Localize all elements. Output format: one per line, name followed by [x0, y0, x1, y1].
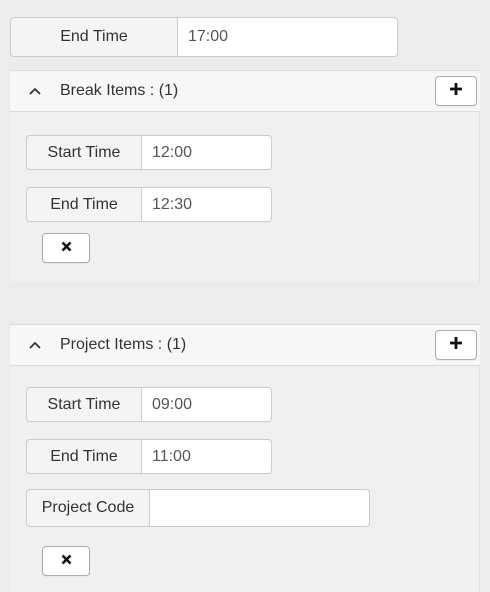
plus-icon — [449, 82, 463, 101]
project-start-time-input[interactable]: 09:00 — [142, 387, 272, 422]
project-end-time-label-text: End Time — [50, 447, 118, 465]
project-code-label: Project Code — [26, 489, 150, 527]
project-start-time-label-text: Start Time — [47, 395, 121, 413]
project-end-time-value: 11:00 — [152, 447, 191, 465]
times-icon — [61, 239, 72, 257]
remove-project-item-button[interactable] — [42, 546, 90, 576]
break-start-time-input[interactable]: 12:00 — [142, 135, 272, 170]
shift-end-time-value: 17:00 — [188, 28, 229, 45]
break-items-title: Break Items : (1) — [60, 82, 179, 99]
project-start-time-value: 09:00 — [152, 395, 193, 413]
break-start-time-label-text: Start Time — [47, 143, 121, 161]
plus-icon — [449, 336, 463, 355]
shift-row: End Time 17:00 — [0, 0, 465, 68]
project-end-time-input[interactable]: 11:00 — [142, 439, 272, 474]
chevron-up-icon[interactable] — [24, 83, 46, 99]
add-project-item-button[interactable] — [435, 330, 477, 360]
break-end-time-label: End Time — [26, 187, 142, 222]
break-end-time-input[interactable]: 12:30 — [142, 187, 272, 222]
times-icon — [61, 552, 72, 570]
project-items-title: Project Items : (1) — [60, 336, 187, 353]
break-items-body: Start Time 12:00 End Time 12:30 — [10, 112, 480, 282]
add-break-item-button[interactable] — [435, 76, 477, 106]
remove-break-item-button[interactable] — [42, 233, 90, 263]
project-end-time-label: End Time — [26, 439, 142, 474]
project-start-time-label: Start Time — [26, 387, 142, 422]
chevron-up-icon[interactable] — [24, 337, 46, 353]
project-items-body: Start Time 09:00 End Time 11:00 Project … — [10, 366, 480, 592]
shift-end-time-input[interactable]: 17:00 — [178, 17, 398, 57]
break-end-time-label-text: End Time — [50, 195, 118, 213]
shift-end-time-label-text: End Time — [60, 28, 128, 45]
break-start-time-value: 12:00 — [152, 143, 193, 161]
break-end-time-value: 12:30 — [152, 195, 193, 213]
shift-end-time-label: End Time — [10, 17, 178, 57]
project-code-label-text: Project Code — [41, 499, 135, 516]
project-code-input[interactable] — [150, 489, 370, 527]
project-items-header[interactable]: Project Items : (1) — [10, 324, 480, 366]
break-start-time-label: Start Time — [26, 135, 142, 170]
break-items-header[interactable]: Break Items : (1) — [10, 70, 480, 112]
